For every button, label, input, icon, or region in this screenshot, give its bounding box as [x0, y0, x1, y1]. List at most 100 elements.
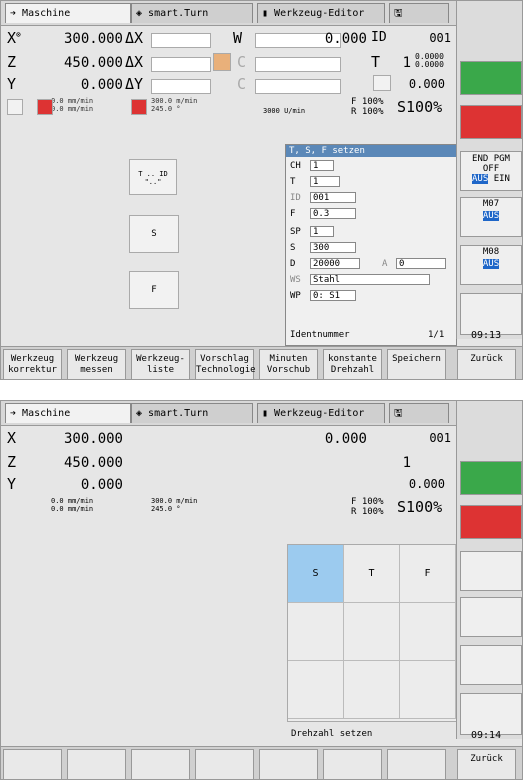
d-field-label: D: [290, 259, 296, 269]
feed-icon[interactable]: F: [129, 271, 179, 309]
w-value: 0.000: [324, 31, 367, 47]
f-field[interactable]: 0.3: [310, 208, 356, 219]
softkey-bar: Werkzeug korrektur Werkzeug messen Werkz…: [1, 346, 522, 379]
tab-werkzeug-editor[interactable]: ▮ Werkzeug-Editor: [257, 3, 385, 23]
tool-move-button-2[interactable]: [460, 693, 522, 735]
grid-tool[interactable]: T: [344, 545, 400, 603]
a-field-label: A: [382, 259, 388, 269]
softkey-vorschlag-technologie[interactable]: Vorschlag Technologie: [195, 349, 256, 379]
spindle-icon[interactable]: S: [129, 215, 179, 253]
x-delta-label: ΔX: [125, 29, 144, 47]
softkey-speichern[interactable]: Speichern: [387, 349, 446, 379]
tab-maschine-2[interactable]: ➔ Maschine: [5, 403, 131, 423]
tab-save-2[interactable]: 🖫: [389, 403, 449, 423]
softkey-empty-1[interactable]: [3, 749, 62, 779]
softkey-zurueck[interactable]: Zurück: [457, 349, 516, 379]
softkey-minuten-vorschub[interactable]: Minuten Vorschub: [259, 349, 318, 379]
tool-move-button[interactable]: [460, 293, 522, 335]
time-display: 09:13: [471, 330, 502, 341]
tool-editor-icon: ▮: [262, 408, 275, 419]
grid-feed[interactable]: F: [400, 545, 456, 603]
grid-empty-2: [344, 603, 400, 661]
c4-box: [255, 79, 341, 94]
feed-values-2: 0.0 mm/min 0.0 mm/min: [51, 497, 94, 513]
softkey-empty-3[interactable]: [131, 749, 190, 779]
x-value-2: 300.000: [63, 431, 123, 447]
m07-button[interactable]: M07 AUS: [460, 197, 522, 237]
ws-select[interactable]: Stahl: [310, 274, 430, 285]
f-pct: F 100%: [351, 97, 384, 107]
dialog-title: T, S, F setzen: [286, 145, 456, 157]
red-stop-button-2[interactable]: [460, 505, 522, 539]
red-stop-button[interactable]: [460, 105, 522, 139]
z-value: 450.000: [63, 55, 123, 71]
y-value: 0.000: [80, 77, 123, 93]
y-axis-label: Y: [7, 75, 17, 93]
tab-save[interactable]: 🖫: [389, 3, 449, 23]
tool-call-icon[interactable]: T .. ID "..": [129, 159, 177, 195]
grid-spindle[interactable]: S: [288, 545, 344, 603]
green-start-button-2[interactable]: [460, 461, 522, 495]
grid-empty-1: [288, 603, 344, 661]
a-field[interactable]: 0: [396, 258, 446, 269]
y-value-2: 0.000: [80, 477, 123, 493]
softkey-empty-7[interactable]: [387, 749, 446, 779]
grid-empty-4: [288, 661, 344, 719]
grid-empty-6: [400, 661, 456, 719]
s-field[interactable]: 300: [310, 242, 356, 253]
softkey-werkzeug-messen[interactable]: Werkzeug messen: [67, 349, 126, 379]
softkey-empty-5[interactable]: [259, 749, 318, 779]
softkey-empty-4[interactable]: [195, 749, 254, 779]
z-value-2: 450.000: [63, 455, 123, 471]
softkey-empty-2[interactable]: [67, 749, 126, 779]
m08-button[interactable]: M08 AUS: [460, 245, 522, 285]
tsf-dialog: T, S, F setzen CH 1 T 1 ID 001 F 0.3 SP …: [285, 144, 457, 346]
s1-icon: [7, 99, 23, 115]
smart-turn-icon: ◈: [136, 8, 149, 19]
t-label: T: [371, 53, 381, 71]
top-screen: ➔ Maschine ◈ smart.Turn ▮ Werkzeug-Edito…: [0, 0, 523, 380]
time-display-2: 09:14: [471, 730, 502, 741]
spindle-red-icon: [131, 99, 147, 115]
tab-smart-turn[interactable]: ◈ smart.Turn: [131, 3, 253, 23]
y-delta-box: [151, 79, 211, 94]
id-field[interactable]: 001: [310, 192, 356, 203]
c-value: 0.000: [408, 77, 445, 91]
z-axis-label: Z: [7, 53, 17, 71]
end-pgm-button-2[interactable]: [460, 551, 522, 591]
wp-select[interactable]: 0: S1: [310, 290, 356, 301]
t-field[interactable]: 1: [310, 176, 340, 187]
t-field-label: T: [290, 177, 296, 187]
red-stop-icon: [37, 99, 53, 115]
grid-empty-3: [400, 603, 456, 661]
softkey-werkzeug-korrektur[interactable]: Werkzeug korrektur: [3, 349, 62, 379]
t-number-2: 1: [402, 455, 411, 471]
end-pgm-button[interactable]: END PGM OFF AUS EIN: [460, 151, 522, 191]
softkey-empty-6[interactable]: [323, 749, 382, 779]
z-axis-label-2: Z: [7, 453, 17, 471]
f-pct-2: F 100%: [351, 497, 384, 507]
tab-werkzeug-editor-2[interactable]: ▮ Werkzeug-Editor: [257, 403, 385, 423]
status-text-2: Drehzahl setzen: [291, 729, 373, 739]
d-field[interactable]: 20000: [310, 258, 360, 269]
softkey-konstante-drehzahl[interactable]: konstante Drehzahl: [323, 349, 382, 379]
smart-turn-icon: ◈: [136, 408, 149, 419]
tab-maschine[interactable]: ➔ Maschine: [5, 3, 131, 23]
spindle-values: 300.0 m/min 245.0 °: [151, 97, 198, 113]
y-axis-label-2: Y: [7, 475, 17, 493]
w-value-2: 0.000: [324, 431, 367, 447]
w-label: W: [233, 29, 243, 47]
green-start-button[interactable]: [460, 61, 522, 95]
speed-unit: 3000 U/min: [263, 107, 306, 115]
softkey-werkzeug-liste[interactable]: Werkzeug-liste: [131, 349, 190, 379]
bottom-screen: ➔ Maschine ◈ smart.Turn ▮ Werkzeug-Edito…: [0, 400, 523, 780]
ch-field[interactable]: 1: [310, 160, 334, 171]
tool-editor-icon: ▮: [262, 8, 275, 19]
softkey-zurueck-2[interactable]: Zurück: [457, 749, 516, 779]
tab-smart-turn-2[interactable]: ◈ smart.Turn: [131, 403, 253, 423]
m08-button-2[interactable]: [460, 645, 522, 685]
wp-label: WP: [290, 291, 301, 301]
m07-button-2[interactable]: [460, 597, 522, 637]
sp-field[interactable]: 1: [310, 226, 334, 237]
s-override-2: S100%: [397, 498, 443, 516]
